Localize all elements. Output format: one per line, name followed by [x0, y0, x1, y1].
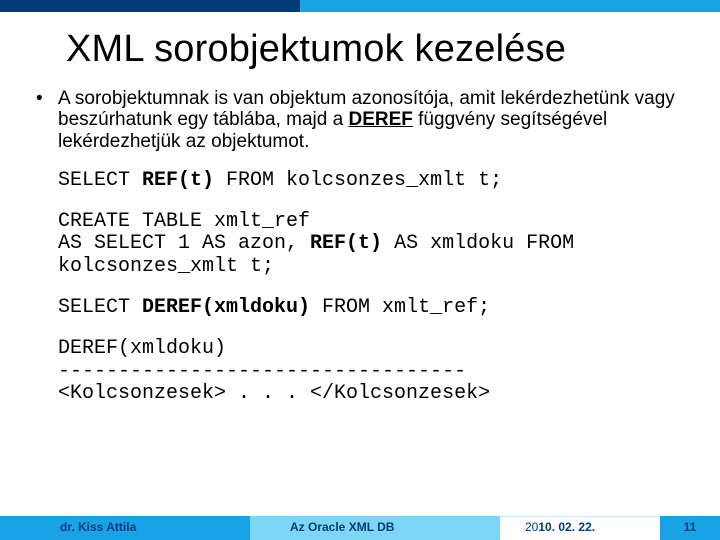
code2-line3: kolcsonzes_xmlt t;: [58, 255, 274, 278]
footer-title: Az Oracle XML DB: [290, 520, 394, 534]
code-block-3: SELECT DEREF(xmldoku) FROM xmlt_ref;: [58, 297, 686, 320]
code2-line2-pre: AS SELECT 1 AS azon,: [58, 232, 310, 255]
code2-line2-post: AS xmldoku FROM: [382, 232, 574, 255]
code2-line1: CREATE TABLE xmlt_ref: [58, 210, 310, 233]
code3-pre: SELECT: [58, 296, 142, 319]
bullet-marker: •: [36, 88, 58, 152]
footer-author: dr. Kiss Attila: [60, 520, 136, 534]
slide: XML sorobjektumok kezelése • A sorobjekt…: [0, 0, 720, 540]
code-block-4: DEREF(xmldoku) -------------------------…: [58, 338, 686, 406]
bullet-text: A sorobjektumnak is van objektum azonosí…: [58, 88, 686, 152]
code4-line3: <Kolcsonzesek> . . . </Kolcsonzesek>: [58, 382, 490, 405]
code3-bold: DEREF(xmldoku): [142, 296, 310, 319]
footer-page-number: 11: [680, 520, 700, 534]
slide-body: • A sorobjektumnak is van objektum azono…: [36, 88, 686, 406]
slide-title: XML sorobjektumok kezelése: [66, 28, 566, 71]
header-band-light: [300, 0, 720, 12]
footer-date-prefix: 20: [525, 520, 538, 534]
code4-line1: DEREF(xmldoku): [58, 337, 226, 360]
header-band-dark: [0, 0, 300, 12]
code2-line2-bold: REF(t): [310, 232, 382, 255]
bullet-item: • A sorobjektumnak is van objektum azono…: [36, 88, 686, 152]
code1-bold: REF(t): [142, 169, 214, 192]
code-block-1: SELECT REF(t) FROM kolcsonzes_xmlt t;: [58, 170, 686, 193]
code3-post: FROM xmlt_ref;: [310, 296, 490, 319]
code4-line2: ----------------------------------: [58, 360, 466, 383]
code-block-2: CREATE TABLE xmlt_ref AS SELECT 1 AS azo…: [58, 211, 686, 279]
code1-post: FROM kolcsonzes_xmlt t;: [214, 169, 502, 192]
code1-pre: SELECT: [58, 169, 142, 192]
footer: dr. Kiss Attila Az Oracle XML DB 2010. 0…: [0, 516, 720, 540]
bullet-deref: DEREF: [348, 109, 412, 130]
footer-date: 2010. 02. 22.: [525, 520, 595, 534]
footer-date-rest: 10. 02. 22.: [538, 520, 595, 534]
